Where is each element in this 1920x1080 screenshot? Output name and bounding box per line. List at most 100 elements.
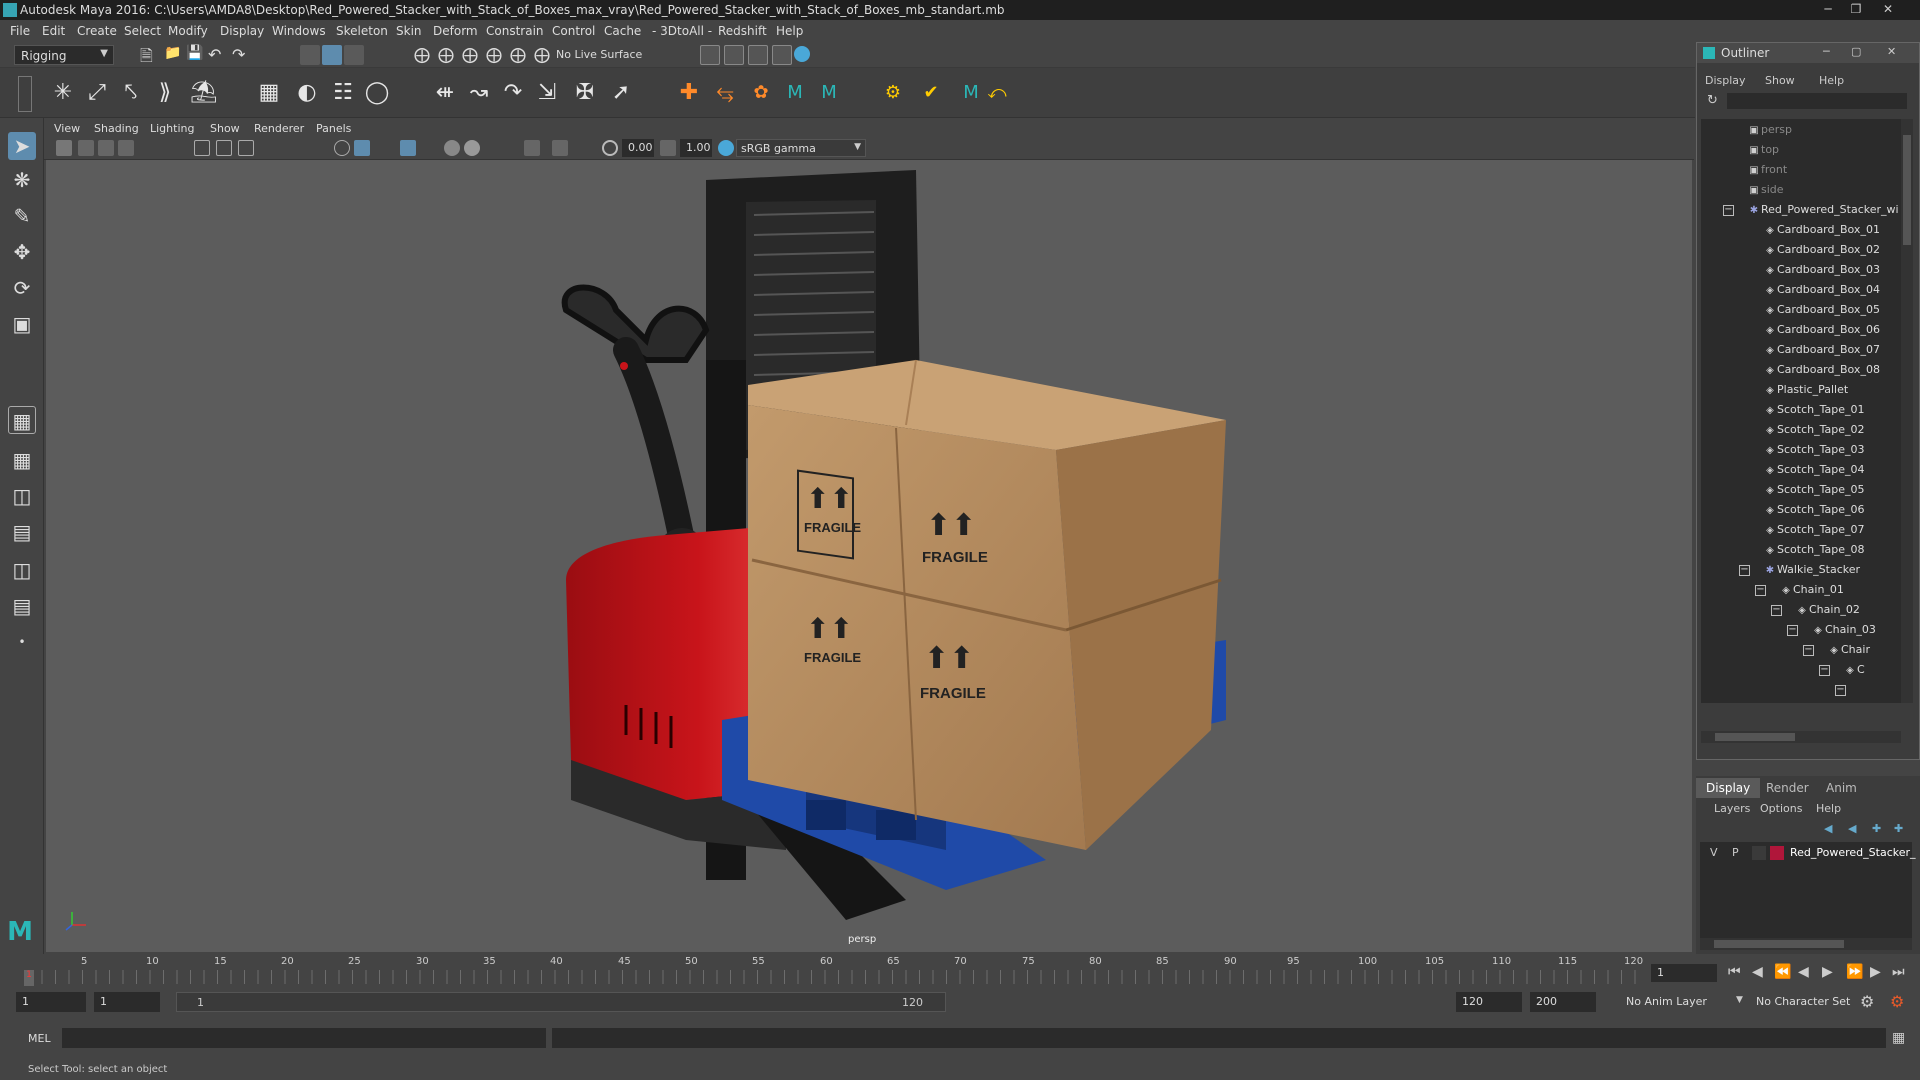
scroll-thumb[interactable] bbox=[1714, 940, 1844, 948]
collapse-toggle[interactable]: − bbox=[1819, 665, 1830, 676]
make-live-icon[interactable]: ⨁ bbox=[534, 45, 554, 65]
paint-select-icon[interactable]: ✎ bbox=[8, 202, 36, 230]
playhead-marker[interactable]: 1 bbox=[24, 970, 34, 986]
skin-tool-icon[interactable]: ✔ bbox=[918, 80, 944, 106]
list-item[interactable]: ◈ Scotch_Tape_02 bbox=[1763, 421, 1864, 439]
menu-skeleton[interactable]: Skeleton bbox=[336, 24, 388, 38]
scale-constraint-icon[interactable]: ⇲ bbox=[534, 80, 560, 106]
hypershade-icon[interactable] bbox=[794, 46, 810, 62]
outliner-menu-help[interactable]: Help bbox=[1819, 74, 1844, 87]
go-to-end-icon[interactable]: ⏭ bbox=[1892, 964, 1905, 980]
save-scene-icon[interactable]: 💾 bbox=[186, 45, 206, 65]
rotate-tool-icon[interactable]: ⟳ bbox=[8, 274, 36, 302]
list-item[interactable]: ◈ Scotch_Tape_03 bbox=[1763, 441, 1864, 459]
joint-tool-icon[interactable]: ✳ bbox=[50, 80, 76, 106]
scale-tool-icon[interactable]: ▣ bbox=[8, 310, 36, 338]
auto-key-icon[interactable]: ⚙ bbox=[1860, 992, 1874, 1011]
cluster-icon[interactable]: ◯ bbox=[364, 80, 390, 106]
outliner-search-input[interactable] bbox=[1727, 93, 1907, 109]
snap-point-icon[interactable]: ⨁ bbox=[462, 45, 482, 65]
side-by-side-layout-icon[interactable]: ◫ bbox=[8, 482, 36, 510]
collapse-toggle[interactable]: − bbox=[1755, 585, 1766, 596]
quick-rig-icon[interactable]: ⚙ bbox=[880, 80, 906, 106]
playback-start-field[interactable]: 1 bbox=[94, 992, 160, 1012]
list-item[interactable]: ▣ top bbox=[1747, 141, 1779, 159]
list-item[interactable]: ◈ Cardboard_Box_02 bbox=[1763, 241, 1880, 259]
menu-constrain[interactable]: Constrain bbox=[486, 24, 544, 38]
redo-icon[interactable]: ↷ bbox=[232, 45, 252, 65]
outliner-vscrollbar[interactable] bbox=[1901, 119, 1913, 703]
isolate-icon[interactable] bbox=[524, 140, 540, 156]
menu-create[interactable]: Create bbox=[77, 24, 117, 38]
live-surface-field[interactable]: No Live Surface bbox=[556, 48, 656, 61]
list-item[interactable]: ▣ front bbox=[1747, 161, 1787, 179]
list-item[interactable]: ◈ C bbox=[1843, 661, 1865, 679]
step-back-icon[interactable]: ◀ bbox=[1752, 964, 1763, 980]
outliner-menu-display[interactable]: Display bbox=[1705, 74, 1746, 87]
menu-file[interactable]: File bbox=[10, 24, 30, 38]
gamma-field[interactable]: 1.00 bbox=[680, 139, 712, 157]
wireframe-icon[interactable] bbox=[334, 140, 350, 156]
layout-menu-icon[interactable]: • bbox=[8, 628, 36, 656]
list-item[interactable]: ✱ Walkie_Stacker bbox=[1763, 561, 1860, 579]
smooth-shade-icon[interactable] bbox=[354, 140, 370, 156]
list-item[interactable]: ▣ side bbox=[1747, 181, 1783, 199]
bind-skin-icon[interactable]: ▦ bbox=[256, 80, 282, 106]
vp-menu-panels[interactable]: Panels bbox=[316, 122, 351, 135]
scroll-thumb[interactable] bbox=[1715, 733, 1795, 741]
scroll-thumb[interactable] bbox=[1903, 135, 1911, 245]
orient-constraint-icon[interactable]: ↷ bbox=[500, 80, 526, 106]
film-gate-icon[interactable] bbox=[216, 140, 232, 156]
new-layer-selected-icon[interactable]: ✚ bbox=[1894, 822, 1903, 835]
vp-menu-renderer[interactable]: Renderer bbox=[254, 122, 304, 135]
lighting-icon[interactable] bbox=[444, 140, 460, 156]
anim-prefs-icon[interactable]: ⚙ bbox=[1890, 992, 1904, 1011]
list-item[interactable]: ◈ Cardboard_Box_06 bbox=[1763, 321, 1880, 339]
locator-icon[interactable]: ✚ bbox=[676, 80, 702, 106]
list-item[interactable]: ◈ Cardboard_Box_08 bbox=[1763, 361, 1880, 379]
help-menu[interactable]: Help bbox=[1816, 802, 1841, 815]
exposure-field[interactable]: 0.00 bbox=[622, 139, 654, 157]
snap-grid-icon[interactable]: ⨁ bbox=[414, 45, 434, 65]
gamma-icon[interactable] bbox=[660, 140, 676, 156]
hik-character-icon[interactable]: M bbox=[782, 80, 808, 106]
select-tool-icon[interactable]: ➤ bbox=[8, 132, 36, 160]
undo-icon[interactable]: ↶ bbox=[208, 45, 228, 65]
menu-cache[interactable]: Cache bbox=[604, 24, 641, 38]
layer-type-toggle[interactable] bbox=[1752, 846, 1766, 860]
grid-toggle-icon[interactable] bbox=[194, 140, 210, 156]
layer-playback-toggle[interactable]: P bbox=[1732, 846, 1739, 859]
point-constraint-icon[interactable]: ⇺ bbox=[432, 80, 458, 106]
menu-select[interactable]: Select bbox=[124, 24, 161, 38]
collapse-toggle[interactable]: − bbox=[1803, 645, 1814, 656]
list-item[interactable]: ◈ Scotch_Tape_08 bbox=[1763, 541, 1864, 559]
step-forward-icon[interactable]: ▶ bbox=[1870, 964, 1881, 980]
hypershade-layout-icon[interactable]: ▤ bbox=[8, 592, 36, 620]
cluster-handle-icon[interactable]: ⥃ bbox=[712, 80, 738, 106]
hik-definition-icon[interactable]: M bbox=[816, 80, 842, 106]
list-item[interactable]: ◈ Cardboard_Box_07 bbox=[1763, 341, 1880, 359]
list-item[interactable]: ◈ Chain_01 bbox=[1779, 581, 1844, 599]
collapse-toggle[interactable]: − bbox=[1771, 605, 1782, 616]
new-scene-icon[interactable]: 🗎 bbox=[140, 45, 160, 65]
timeline-track[interactable]: 5 10 15 20 25 30 35 40 45 50 55 60 65 70… bbox=[28, 956, 1648, 986]
outliner-hscrollbar[interactable] bbox=[1701, 731, 1901, 743]
minimize-icon[interactable]: ─ bbox=[1815, 0, 1841, 18]
ik-handle-icon[interactable]: ⤢ bbox=[84, 80, 110, 106]
time-slider[interactable]: 5 10 15 20 25 30 35 40 45 50 55 60 65 70… bbox=[0, 954, 1905, 988]
play-forward-icon[interactable]: ▶ bbox=[1822, 964, 1833, 980]
vp-menu-lighting[interactable]: Lighting bbox=[150, 122, 194, 135]
list-item[interactable]: ◈ Chain_03 bbox=[1811, 621, 1876, 639]
persp-graph-layout-icon[interactable]: ▤ bbox=[8, 518, 36, 546]
shadows-icon[interactable] bbox=[464, 140, 480, 156]
menu-edit[interactable]: Edit bbox=[42, 24, 65, 38]
collapse-toggle[interactable]: − bbox=[1723, 205, 1734, 216]
parent-constraint-icon[interactable]: ✠ bbox=[572, 80, 598, 106]
tab-anim[interactable]: Anim bbox=[1816, 778, 1867, 798]
camera-attributes-icon[interactable] bbox=[78, 140, 94, 156]
layers-menu[interactable]: Layers bbox=[1714, 802, 1750, 815]
list-item[interactable]: ◈ Chair bbox=[1827, 641, 1870, 659]
char-set-dropdown[interactable]: No Character Set bbox=[1756, 995, 1850, 1008]
single-perspective-layout-icon[interactable]: ▦ bbox=[8, 406, 36, 434]
color-space-dropdown[interactable]: sRGB gamma ▼ bbox=[736, 139, 866, 157]
